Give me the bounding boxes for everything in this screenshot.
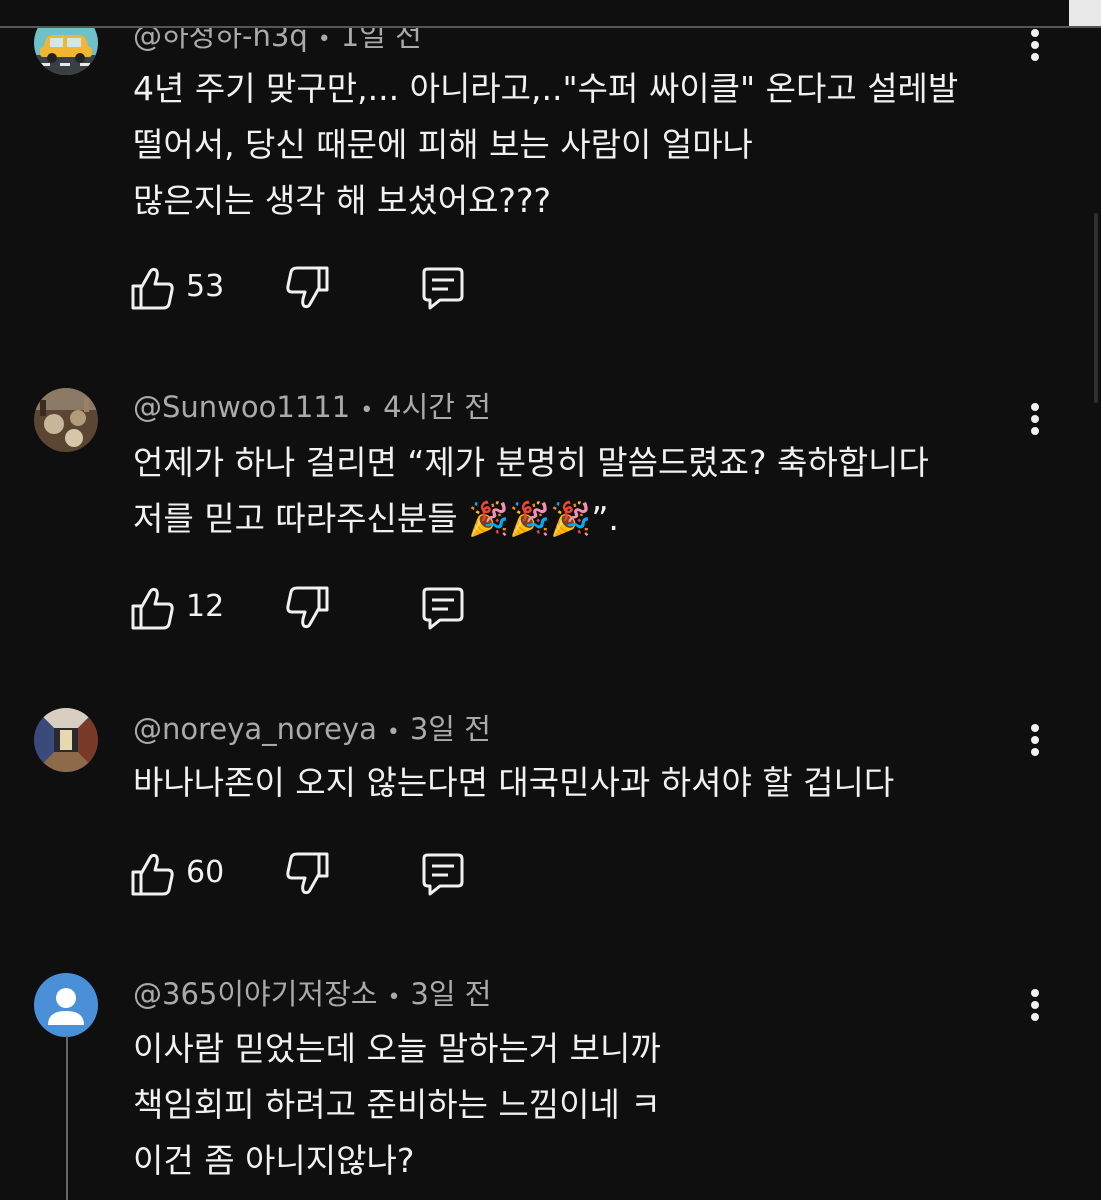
comment-line: 언제가 하나 걸리면 “제가 분명히 말씀드렸죠? 축하합니다 — [133, 443, 929, 482]
dislike-button[interactable] — [284, 264, 330, 314]
reply-button[interactable] — [418, 264, 468, 314]
scrollbar[interactable] — [1083, 28, 1101, 1200]
like-count: 60 — [186, 855, 225, 890]
separator-dot: • — [360, 398, 374, 423]
comment-author[interactable]: @noreya_noreya — [133, 712, 377, 746]
comment-line: 많은지는 생각 해 보셨어요??? — [133, 181, 551, 220]
comment-time[interactable]: 3일 전 — [410, 712, 491, 746]
thumbs-up-icon — [131, 587, 174, 630]
dislike-button[interactable] — [284, 584, 330, 634]
comment-reply-icon — [422, 267, 464, 310]
comment-line: 저를 믿고 따라주신분들 🎉🎉🎉”. — [133, 499, 619, 538]
thumbs-up-icon — [131, 267, 174, 310]
comment-actions: 12 — [130, 584, 490, 634]
comment-line: 이사람 믿었는데 오늘 말하는거 보니까 — [133, 1029, 661, 1068]
comment-line: 떨어서, 당신 때문에 피해 보는 사람이 얼마나 — [133, 125, 753, 164]
reply-button[interactable] — [418, 850, 468, 900]
scrollbar-thumb[interactable] — [1094, 213, 1098, 403]
comment-actions: 60 — [130, 850, 490, 900]
comment-reply-icon — [422, 853, 464, 896]
comment-line: 책임회피 하려고 준비하는 느낌이네 ㅋ — [133, 1085, 661, 1124]
top-divider — [0, 26, 1101, 28]
food-table-photo-icon[interactable] — [34, 388, 98, 452]
comment-meta: @365이야기저장소 • 3일 전 — [133, 974, 491, 1014]
thumbs-down-icon — [286, 266, 329, 309]
like-count: 53 — [186, 269, 225, 304]
separator-dot: • — [387, 985, 401, 1010]
comment-author[interactable]: @Sunwoo1111 — [133, 390, 350, 424]
comment-time[interactable]: 4시간 전 — [383, 390, 491, 424]
comment-line: 이건 좀 아니지않나? — [133, 1141, 415, 1180]
thumbs-down-icon — [286, 852, 329, 895]
comment-author[interactable]: @365이야기저장소 — [133, 977, 377, 1011]
default-user-icon[interactable] — [34, 973, 98, 1037]
dislike-button[interactable] — [284, 850, 330, 900]
top-bar — [0, 0, 1101, 27]
thumbs-down-icon — [286, 586, 329, 629]
separator-dot: • — [386, 720, 400, 745]
thumbs-up-icon — [131, 853, 174, 896]
comment-text: 언제가 하나 걸리면 “제가 분명히 말씀드렸죠? 축하합니다 저를 믿고 따라… — [133, 435, 1033, 547]
comment-line: 바나나존이 오지 않는다면 대국민사과 하셔야 할 겁니다 — [133, 763, 895, 802]
hallway-photo-icon[interactable] — [34, 708, 98, 772]
comment-line: 4년 주기 맞구만,... 아니라고,.."수퍼 싸이클" 온다고 설레발 — [133, 69, 959, 108]
comment-meta: @Sunwoo1111 • 4시간 전 — [133, 387, 491, 427]
comment-actions: 53 — [130, 264, 490, 314]
comment-text: 4년 주기 맞구만,... 아니라고,.."수퍼 싸이클" 온다고 설레발 떨어… — [133, 61, 1033, 229]
comment-reply-icon — [422, 587, 464, 630]
separator-dot: • — [317, 27, 331, 52]
comment-text: 바나나존이 오지 않는다면 대국민사과 하셔야 할 겁니다 — [133, 755, 1033, 811]
reply-button[interactable] — [418, 584, 468, 634]
comment-time[interactable]: 3일 전 — [410, 977, 491, 1011]
reply-thread-line — [66, 1036, 68, 1200]
comment-text: 이사람 믿었는데 오늘 말하는거 보니까 책임회피 하려고 준비하는 느낌이네 … — [133, 1021, 1033, 1189]
comment-meta: @noreya_noreya • 3일 전 — [133, 709, 491, 749]
like-count: 12 — [186, 589, 225, 624]
window-corner-button[interactable] — [1069, 0, 1101, 26]
